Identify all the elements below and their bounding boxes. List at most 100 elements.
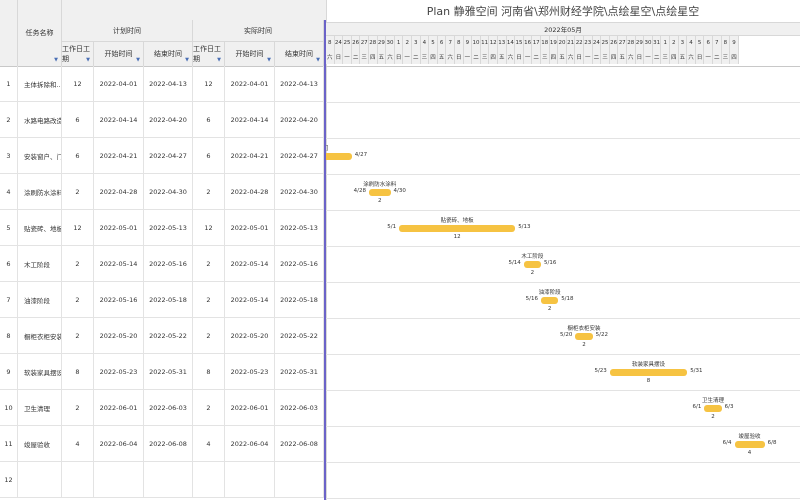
row-number[interactable]: 6: [0, 246, 18, 282]
actual-workdays-cell[interactable]: 6: [193, 102, 225, 138]
table-row[interactable]: 3 安装窗户、门 6 2022-04-21 2022-04-27 6 2022-04-21 2…: [0, 138, 326, 174]
planned-end-cell[interactable]: 2022-04-20: [144, 102, 193, 138]
planned-workdays-cell[interactable]: 12: [62, 210, 94, 246]
planned-start-cell[interactable]: 2022-05-16: [94, 282, 144, 318]
actual-workdays-cell[interactable]: 2: [193, 390, 225, 426]
planned-start-cell[interactable]: 2022-04-28: [94, 174, 144, 210]
filter-arrow-icon[interactable]: ▼: [136, 57, 140, 63]
actual-workdays-cell[interactable]: 12: [193, 66, 225, 102]
actual-workdays-cell[interactable]: 8: [193, 354, 225, 390]
planned-end-cell[interactable]: 2022-05-18: [144, 282, 193, 318]
row-number[interactable]: 1: [0, 66, 18, 102]
actual-start-cell[interactable]: 2022-04-14: [225, 102, 275, 138]
filter-arrow-icon[interactable]: ▼: [86, 57, 90, 63]
row-number[interactable]: 3: [0, 138, 18, 174]
actual-start-cell[interactable]: 2022-05-01: [225, 210, 275, 246]
table-row[interactable]: 7 油漆阶段 2 2022-05-16 2022-05-18 2 2022-05-14 202…: [0, 282, 326, 318]
filter-arrow-icon[interactable]: ▼: [316, 57, 320, 63]
row-number[interactable]: 11: [0, 426, 18, 462]
table-row[interactable]: 10 卫生清理 2 2022-06-01 2022-06-03 2 2022-06-01 20…: [0, 390, 326, 426]
actual-end-cell[interactable]: 2022-05-31: [275, 354, 324, 390]
planned-end-cell[interactable]: 2022-04-30: [144, 174, 193, 210]
filter-arrow-icon[interactable]: ▼: [185, 57, 189, 63]
actual-end-cell[interactable]: 2022-05-22: [275, 318, 324, 354]
task-name-cell[interactable]: 木工阶段: [18, 246, 62, 282]
actual-workdays-cell[interactable]: 6: [193, 138, 225, 174]
row-number[interactable]: 9: [0, 354, 18, 390]
task-name-cell[interactable]: 油漆阶段: [18, 282, 62, 318]
actual-end-cell[interactable]: 2022-04-20: [275, 102, 324, 138]
gantt-bar[interactable]: [523, 261, 541, 268]
actual-workdays-cell[interactable]: 2: [193, 246, 225, 282]
gantt-bar[interactable]: [369, 189, 391, 196]
actual-workdays-cell[interactable]: [193, 462, 225, 498]
planned-start-cell[interactable]: 2022-04-21: [94, 138, 144, 174]
gantt-bar[interactable]: [541, 297, 559, 304]
planned-end-cell[interactable]: 2022-05-13: [144, 210, 193, 246]
planned-workdays-cell[interactable]: 6: [62, 138, 94, 174]
actual-start-header[interactable]: 开始时间 ▼: [225, 42, 275, 66]
task-name-cell[interactable]: 卫生清理: [18, 390, 62, 426]
actual-start-cell[interactable]: 2022-04-21: [225, 138, 275, 174]
filter-arrow-icon[interactable]: ▼: [54, 57, 58, 63]
table-row[interactable]: 9 软装家具摆设 8 2022-05-23 2022-05-31 8 2022-05-23 2…: [0, 354, 326, 390]
planned-workdays-cell[interactable]: [62, 462, 94, 498]
actual-workdays-header[interactable]: 工作日工期 ▼: [193, 42, 225, 66]
planned-workdays-cell[interactable]: 12: [62, 66, 94, 102]
task-name-header[interactable]: 任务名称 ▼: [18, 0, 62, 66]
filter-arrow-icon[interactable]: ▼: [267, 57, 271, 63]
gantt-bar[interactable]: [326, 153, 352, 160]
actual-end-header[interactable]: 结束时间 ▼: [275, 42, 324, 66]
planned-start-cell[interactable]: 2022-05-01: [94, 210, 144, 246]
planned-workdays-cell[interactable]: 2: [62, 318, 94, 354]
planned-workdays-cell[interactable]: 2: [62, 282, 94, 318]
actual-start-cell[interactable]: [225, 462, 275, 498]
actual-start-cell[interactable]: 2022-05-20: [225, 318, 275, 354]
table-row[interactable]: 5 贴瓷砖、地板 12 2022-05-01 2022-05-13 12 2022-05-0…: [0, 210, 326, 246]
table-row[interactable]: 1 主体拆除和... 12 2022-04-01 2022-04-13 12 2022-04…: [0, 66, 326, 102]
planned-end-cell[interactable]: 2022-06-08: [144, 426, 193, 462]
row-number[interactable]: 2: [0, 102, 18, 138]
planned-start-cell[interactable]: 2022-06-04: [94, 426, 144, 462]
actual-start-cell[interactable]: 2022-06-01: [225, 390, 275, 426]
actual-workdays-cell[interactable]: 12: [193, 210, 225, 246]
planned-start-cell[interactable]: 2022-05-23: [94, 354, 144, 390]
table-row[interactable]: 12: [0, 462, 326, 498]
actual-start-cell[interactable]: 2022-05-14: [225, 246, 275, 282]
planned-start-cell[interactable]: 2022-04-14: [94, 102, 144, 138]
gantt-bar[interactable]: [734, 441, 765, 448]
gantt-bar[interactable]: [399, 225, 516, 232]
gantt-bar[interactable]: [575, 333, 593, 340]
planned-workdays-header[interactable]: 工作日工期 ▼: [62, 42, 94, 66]
actual-end-cell[interactable]: 2022-05-16: [275, 246, 324, 282]
actual-workdays-cell[interactable]: 2: [193, 174, 225, 210]
row-number[interactable]: 4: [0, 174, 18, 210]
task-name-cell[interactable]: 橱柜衣柜安装: [18, 318, 62, 354]
actual-start-cell[interactable]: 2022-05-23: [225, 354, 275, 390]
actual-end-cell[interactable]: 2022-04-13: [275, 66, 324, 102]
row-number[interactable]: 8: [0, 318, 18, 354]
planned-start-cell[interactable]: 2022-05-14: [94, 246, 144, 282]
planned-start-cell[interactable]: 2022-05-20: [94, 318, 144, 354]
actual-end-cell[interactable]: 2022-04-30: [275, 174, 324, 210]
planned-end-cell[interactable]: 2022-04-13: [144, 66, 193, 102]
table-row[interactable]: 11 竣屋验收 4 2022-06-04 2022-06-08 4 2022-06-04 20…: [0, 426, 326, 462]
actual-start-cell[interactable]: 2022-05-14: [225, 282, 275, 318]
planned-start-cell[interactable]: [94, 462, 144, 498]
actual-end-cell[interactable]: 2022-06-03: [275, 390, 324, 426]
task-name-cell[interactable]: 软装家具摆设: [18, 354, 62, 390]
row-number[interactable]: 10: [0, 390, 18, 426]
actual-start-cell[interactable]: 2022-04-01: [225, 66, 275, 102]
actual-workdays-cell[interactable]: 4: [193, 426, 225, 462]
planned-end-cell[interactable]: 2022-04-27: [144, 138, 193, 174]
task-name-cell[interactable]: [18, 462, 62, 498]
gantt-bar[interactable]: [704, 405, 722, 412]
actual-end-cell[interactable]: 2022-04-27: [275, 138, 324, 174]
task-name-cell[interactable]: 主体拆除和...: [18, 66, 62, 102]
actual-end-cell[interactable]: [275, 462, 324, 498]
planned-workdays-cell[interactable]: 2: [62, 246, 94, 282]
actual-start-cell[interactable]: 2022-04-28: [225, 174, 275, 210]
planned-workdays-cell[interactable]: 8: [62, 354, 94, 390]
actual-end-cell[interactable]: 2022-06-08: [275, 426, 324, 462]
actual-end-cell[interactable]: 2022-05-18: [275, 282, 324, 318]
